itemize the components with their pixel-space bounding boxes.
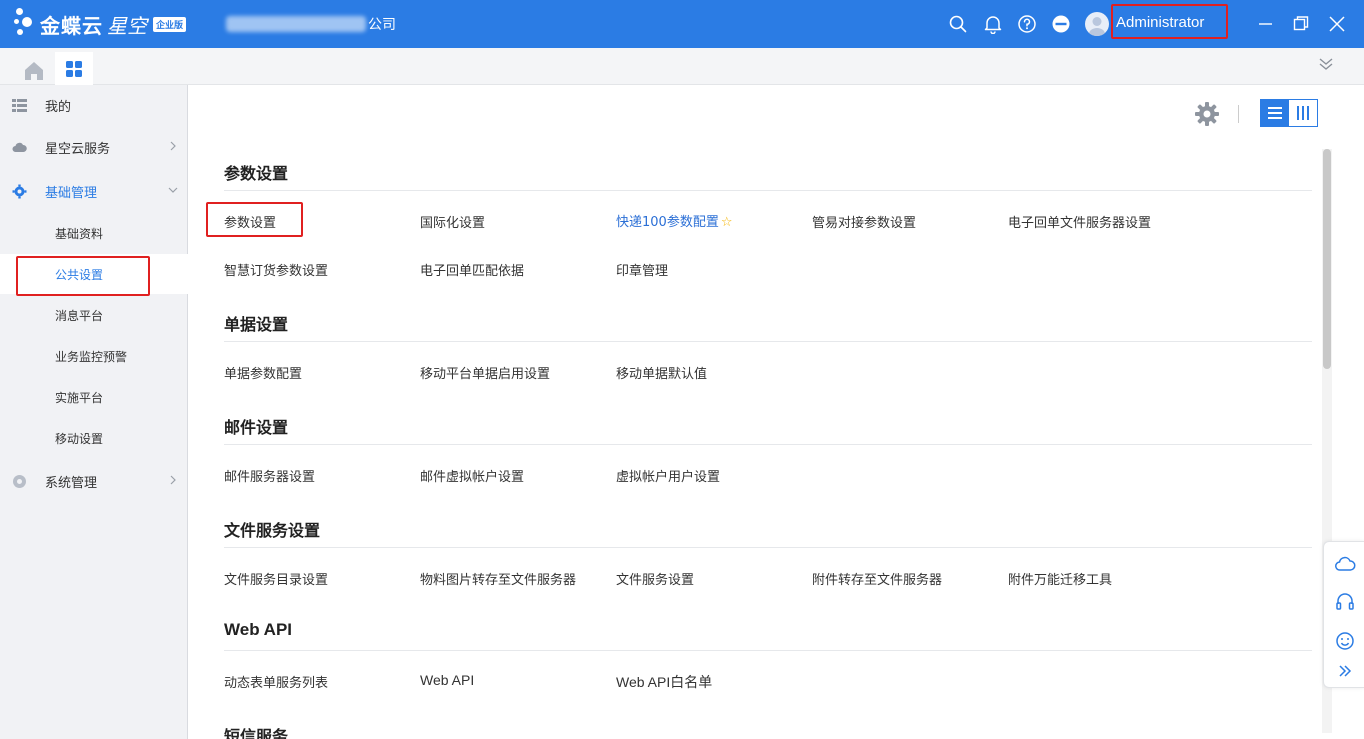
section-title-bill-settings: 单据设置 (224, 315, 289, 334)
section-title-file-service: 文件服务设置 (224, 521, 321, 540)
company-name[interactable]: 公司 (226, 14, 396, 34)
sidebar-subitem-basic-data[interactable]: 基础资料 (0, 213, 188, 253)
logo-mark-icon (14, 8, 40, 40)
apps-grid-icon (66, 61, 82, 77)
sidebar-subitem-message-platform[interactable]: 消息平台 (0, 295, 188, 335)
double-chevron-right-icon[interactable] (1336, 662, 1354, 680)
link-seal-management[interactable]: 印章管理 (616, 260, 668, 279)
cloud-icon (12, 142, 27, 152)
column-view-icon (1297, 106, 1309, 120)
logo-sub: 星空 (107, 13, 147, 38)
view-toggle (1260, 99, 1318, 127)
link-attachment-migration-tool[interactable]: 附件万能迁移工具 (1008, 569, 1112, 588)
sidebar-subitem-label: 移动设置 (55, 431, 104, 446)
sidebar-subitem-label: 消息平台 (55, 308, 104, 323)
more-icon[interactable] (1051, 14, 1071, 34)
sidebar-subitem-label: 业务监控预警 (55, 349, 128, 364)
chevron-down-icon (168, 187, 178, 193)
section-divider (224, 341, 1312, 342)
gear-icon (12, 184, 27, 199)
scrollbar-thumb[interactable] (1323, 149, 1331, 369)
sidebar-subitem-business-monitoring[interactable]: 业务监控预警 (0, 336, 188, 376)
link-attachment-transfer[interactable]: 附件转存至文件服务器 (812, 569, 942, 588)
link-mobile-bill-default[interactable]: 移动单据默认值 (616, 363, 707, 382)
section-title-param-settings: 参数设置 (224, 164, 289, 183)
link-file-service-dir[interactable]: 文件服务目录设置 (224, 569, 328, 588)
section-title-sms-service: 短信服务 (224, 727, 289, 739)
link-mobile-bill-enable[interactable]: 移动平台单据启用设置 (420, 363, 550, 382)
highlight-username-box (1111, 4, 1228, 39)
sidebar-subitem-label: 基础资料 (55, 226, 104, 241)
link-web-api[interactable]: Web API (420, 672, 474, 688)
link-mail-server[interactable]: 邮件服务器设置 (224, 466, 315, 485)
sidebar-subitem-label: 实施平台 (55, 390, 104, 405)
section-divider (224, 547, 1312, 548)
minimize-icon[interactable] (1256, 14, 1276, 34)
link-guanyi-settings[interactable]: 管易对接参数设置 (812, 212, 916, 231)
highlight-public-settings-box (16, 256, 150, 296)
company-blur (226, 16, 366, 32)
edition-badge: 企业版 (153, 16, 187, 32)
headset-icon[interactable] (1334, 591, 1356, 613)
company-suffix: 公司 (368, 17, 396, 33)
highlight-param-settings-box (206, 202, 303, 237)
bell-icon[interactable] (983, 14, 1003, 34)
cloud-service-icon[interactable] (1334, 553, 1356, 575)
avatar[interactable] (1085, 12, 1109, 36)
toolbar-divider (1238, 105, 1239, 123)
sidebar: 我的 星空云服务 基础管理 基础资料 公共设置 消息平台 业务监控预警 实施平台… (0, 85, 188, 739)
settings-gear-icon[interactable] (1194, 101, 1220, 127)
smiley-feedback-icon[interactable] (1334, 630, 1356, 652)
double-chevron-down-icon[interactable] (1318, 56, 1334, 72)
sidebar-item-label: 基础管理 (45, 185, 98, 201)
sidebar-item-label: 我的 (45, 99, 72, 115)
sidebar-item-label: 系统管理 (45, 475, 98, 491)
link-dynamic-form-service[interactable]: 动态表单服务列表 (224, 672, 328, 691)
logo: 金蝶云 星空 企业版 (14, 8, 187, 40)
search-icon[interactable] (948, 14, 968, 34)
column-view-button[interactable] (1289, 100, 1317, 126)
favorite-star-icon[interactable]: ☆ (721, 215, 733, 230)
sidebar-item-label: 星空云服务 (45, 141, 111, 157)
section-title-mail-settings: 邮件设置 (224, 418, 289, 437)
link-virtual-account-user[interactable]: 虚拟帐户用户设置 (616, 466, 720, 485)
link-bill-param-config[interactable]: 单据参数配置 (224, 363, 302, 382)
sidebar-subitem-mobile-settings[interactable]: 移动设置 (0, 418, 188, 458)
main-content: 参数设置 参数设置 国际化设置 快递100参数配置 ☆ 管易对接参数设置 电子回单… (189, 85, 1364, 739)
sidebar-item-cloud-services[interactable]: 星空云服务 (0, 127, 188, 167)
settings-icon (13, 475, 26, 488)
link-kuaidi100-config[interactable]: 快递100参数配置 ☆ (616, 211, 732, 230)
link-material-image-transfer[interactable]: 物料图片转存至文件服务器 (420, 569, 576, 588)
sidebar-item-system-management[interactable]: 系统管理 (0, 461, 188, 501)
section-title-web-api: Web API (224, 620, 293, 639)
list-icon (12, 99, 27, 112)
link-smart-order-settings[interactable]: 智慧订货参数设置 (224, 260, 328, 279)
sidebar-item-mine[interactable]: 我的 (0, 85, 188, 125)
link-file-service-settings[interactable]: 文件服务设置 (616, 569, 694, 588)
link-mail-virtual-account[interactable]: 邮件虚拟帐户设置 (420, 466, 524, 485)
list-view-button[interactable] (1261, 100, 1289, 126)
close-icon[interactable] (1327, 14, 1347, 34)
list-view-icon (1268, 107, 1282, 119)
help-icon[interactable] (1017, 14, 1037, 34)
section-divider (224, 444, 1312, 445)
top-header: 金蝶云 星空 企业版 公司 Administrator (0, 0, 1364, 48)
floating-service-panel (1323, 541, 1364, 688)
tab-bar (0, 48, 1364, 85)
restore-icon[interactable] (1291, 14, 1311, 34)
logo-name: 金蝶云 (40, 13, 103, 38)
section-divider (224, 650, 1312, 651)
sidebar-subitem-implementation-platform[interactable]: 实施平台 (0, 377, 188, 417)
section-divider (224, 190, 1312, 191)
home-icon[interactable] (17, 58, 51, 86)
link-web-api-whitelist[interactable]: Web API白名单 (616, 672, 712, 692)
tab-apps[interactable] (55, 52, 93, 85)
chevron-right-icon (170, 475, 176, 485)
link-e-receipt-file-server[interactable]: 电子回单文件服务器设置 (1008, 212, 1151, 231)
link-i18n-settings[interactable]: 国际化设置 (420, 212, 485, 231)
sidebar-item-basic-management[interactable]: 基础管理 (0, 171, 188, 211)
link-e-receipt-match[interactable]: 电子回单匹配依据 (420, 260, 524, 279)
chevron-right-icon (170, 141, 176, 151)
